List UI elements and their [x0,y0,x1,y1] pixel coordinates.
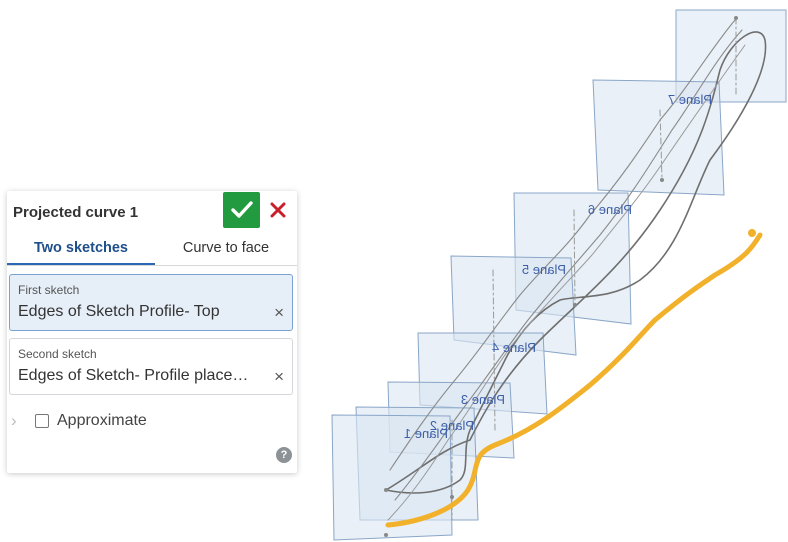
second-sketch-value: Edges of Sketch- Profile placement [18,367,258,384]
tab-curve-to-face[interactable]: Curve to face [157,232,295,264]
chevron-right-icon[interactable]: › [11,411,35,431]
checkmark-icon [230,201,253,218]
plane-label-7: Plane 7 [668,92,712,107]
plane-label-6: Plane 6 [588,202,632,217]
plane-label-3: Plane 3 [461,392,505,407]
panel-tabs: Two sketches Curve to face [7,232,297,266]
cancel-button[interactable] [265,197,291,223]
panel-title: Projected curve 1 [13,204,139,221]
approximate-checkbox[interactable] [35,414,49,428]
feature-panel: Projected curve 1 Two sketches Curve to … [7,191,297,473]
clear-second-sketch-icon[interactable]: × [274,367,284,387]
panel-header: Projected curve 1 [7,191,297,232]
first-sketch-value: Edges of Sketch Profile- Top [18,303,220,320]
approximate-row: › Approximate [11,410,147,432]
first-sketch-label: First sketch [18,283,80,297]
ok-button[interactable] [223,192,260,228]
clear-first-sketch-icon[interactable]: × [274,303,284,323]
first-sketch-field[interactable]: First sketch Edges of Sketch Profile- To… [9,274,293,331]
projected-curve-endpoint[interactable] [748,229,756,237]
approximate-label: Approximate [57,412,147,429]
tab-two-sketches[interactable]: Two sketches [7,232,155,265]
close-icon [270,202,286,218]
second-sketch-field[interactable]: Second sketch Edges of Sketch- Profile p… [9,338,293,395]
help-icon[interactable]: ? [276,447,292,463]
second-sketch-label: Second sketch [18,347,97,361]
plane-label-4: Plane 4 [492,340,536,355]
plane-label-5: Plane 5 [522,262,566,277]
plane-label-1: Plane 1 [404,426,448,441]
